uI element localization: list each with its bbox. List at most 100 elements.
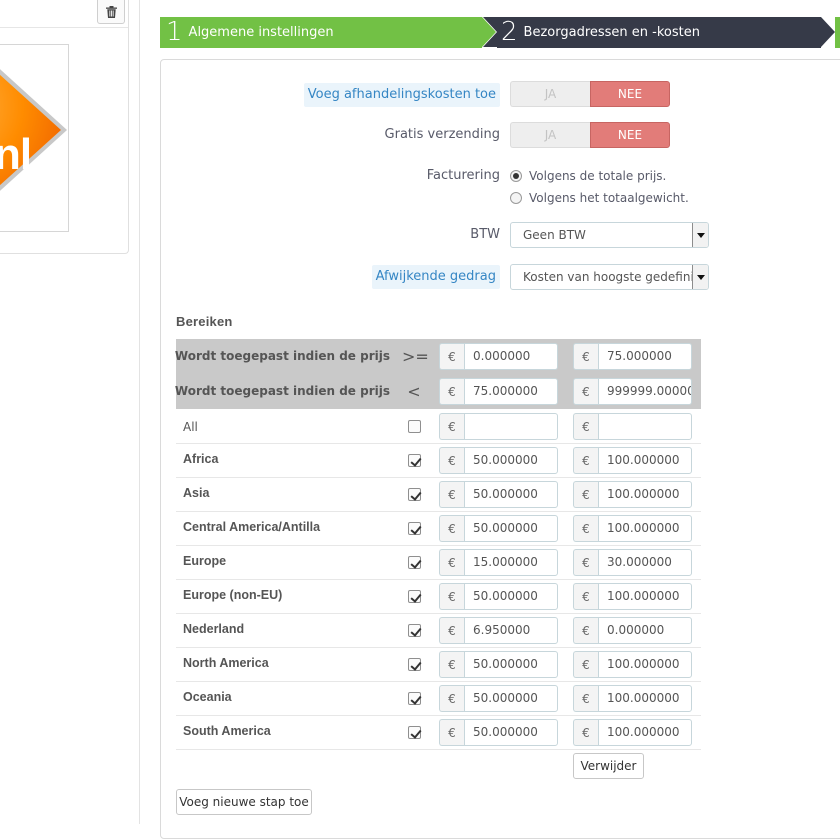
zone-name: Europe (non-EU) xyxy=(183,588,283,602)
tax-label: BTW xyxy=(470,227,500,242)
free-shipping-no-option[interactable]: NEE xyxy=(590,122,670,148)
currency-addon: € xyxy=(439,413,464,440)
range-from-input[interactable]: 0.000000 xyxy=(464,343,558,370)
column-divider xyxy=(139,0,140,824)
currency-addon: € xyxy=(573,515,598,542)
zone-checkbox[interactable] xyxy=(408,522,421,535)
step-label: Algemene instellingen xyxy=(188,25,334,40)
range-row-upper: Wordt toegepast indien de prijs < € 75.0… xyxy=(174,374,701,409)
zone-price-input[interactable]: 100.000000 xyxy=(598,719,692,746)
zone-price-group: €50.000000 xyxy=(439,583,558,610)
tax-row: BTW xyxy=(161,223,500,249)
zone-price-input[interactable]: 50.000000 xyxy=(464,447,558,474)
free-shipping-row: Gratis verzending xyxy=(161,122,500,148)
currency-addon: € xyxy=(439,515,464,542)
zone-checkbox[interactable] xyxy=(408,556,421,569)
wizard-steps: 1 Algemene instellingen 2 Bezorgadressen… xyxy=(160,17,840,48)
step-label: Bezorgadressen en -kosten xyxy=(523,25,700,40)
zone-checkbox[interactable] xyxy=(408,658,421,671)
zone-price-input[interactable]: 50.000000 xyxy=(464,685,558,712)
zone-price-input[interactable]: 100.000000 xyxy=(598,583,692,610)
billing-option-price[interactable]: Volgens de totale prijs. xyxy=(510,169,666,183)
delete-range-button[interactable]: Verwijder xyxy=(573,753,644,779)
range-to-input[interactable]: 999999.000000 xyxy=(598,378,692,405)
range-to-input[interactable]: 75.000000 xyxy=(598,343,692,370)
zone-checkbox[interactable] xyxy=(408,726,421,739)
handling-yes-option[interactable]: JA xyxy=(510,81,590,107)
zone-name: South America xyxy=(183,724,271,738)
zone-checkbox[interactable] xyxy=(408,454,421,467)
chevron-down-icon[interactable] xyxy=(692,223,708,247)
wizard-step-next[interactable] xyxy=(835,17,840,48)
range-condition-label: Wordt toegepast indien de prijs xyxy=(174,384,390,398)
currency-addon: € xyxy=(573,685,598,712)
handling-row: Voeg afhandelingskosten toe xyxy=(161,82,500,108)
add-range-button[interactable]: Voeg nieuwe stap toe xyxy=(176,789,312,815)
currency-addon: € xyxy=(573,447,598,474)
range-from-input[interactable]: 75.000000 xyxy=(464,378,558,405)
handling-no-option[interactable]: NEE xyxy=(590,81,670,107)
zone-name: Nederland xyxy=(183,622,245,636)
zone-row: Nederland €6.950000 €0.000000 xyxy=(176,614,701,648)
chevron-down-icon[interactable] xyxy=(692,265,708,289)
zone-price-group: € xyxy=(439,413,558,440)
zone-price-input[interactable]: 100.000000 xyxy=(598,651,692,678)
free-shipping-yes-option[interactable]: JA xyxy=(510,122,590,148)
zone-row: Central America/Antilla €50.000000 €100.00… xyxy=(176,512,701,546)
free-shipping-toggle[interactable]: JA NEE xyxy=(510,122,670,148)
zone-checkbox[interactable] xyxy=(408,488,421,501)
zone-price-input[interactable]: 30.000000 xyxy=(598,549,692,576)
range-from-input-group: € 75.000000 xyxy=(439,378,558,405)
out-of-range-select[interactable]: Kosten van hoogste gedefinieerde bereik … xyxy=(510,264,709,290)
currency-addon: € xyxy=(573,549,598,576)
zone-checkbox[interactable] xyxy=(408,590,421,603)
tax-select[interactable]: Geen BTW xyxy=(510,222,709,248)
zone-checkbox[interactable] xyxy=(408,624,421,637)
zone-price-input[interactable]: 15.000000 xyxy=(464,549,558,576)
zone-checkbox[interactable] xyxy=(408,692,421,705)
currency-addon: € xyxy=(573,583,598,610)
zone-price-group: €100.000000 xyxy=(573,651,692,678)
zone-price-group: €50.000000 xyxy=(439,515,558,542)
zone-name: Europe xyxy=(183,554,227,568)
currency-addon: € xyxy=(573,617,598,644)
zone-price-input[interactable]: 100.000000 xyxy=(598,481,692,508)
range-operator: < xyxy=(407,382,421,401)
currency-addon: € xyxy=(439,549,464,576)
handling-label: Voeg afhandelingskosten toe xyxy=(303,83,500,107)
billing-radio-price[interactable] xyxy=(510,170,522,182)
billing-radio-weight[interactable] xyxy=(510,192,522,204)
zone-price-input[interactable]: 100.000000 xyxy=(598,685,692,712)
zone-name: Central America/Antilla xyxy=(183,520,321,534)
zone-price-input[interactable]: 50.000000 xyxy=(464,719,558,746)
handling-toggle[interactable]: JA NEE xyxy=(510,81,670,107)
zone-price-input[interactable]: 50.000000 xyxy=(464,515,558,542)
zone-price-group: €100.000000 xyxy=(573,515,692,542)
out-of-range-label: Afwijkende gedrag xyxy=(371,265,500,289)
zone-price-group: €100.000000 xyxy=(573,447,692,474)
logo-text: nl xyxy=(0,130,32,179)
zone-price-input[interactable]: 50.000000 xyxy=(464,481,558,508)
zone-checkbox-all[interactable] xyxy=(408,420,421,433)
carrier-logo: nl xyxy=(0,44,69,232)
currency-addon: € xyxy=(439,651,464,678)
zone-price-input[interactable]: 0.000000 xyxy=(598,617,692,644)
zone-price-input[interactable]: 100.000000 xyxy=(598,447,692,474)
wizard-step-general[interactable]: 1 Algemene instellingen xyxy=(160,17,496,48)
wizard-step-shipping[interactable]: 2 Bezorgadressen en -kosten xyxy=(483,17,835,48)
currency-addon: € xyxy=(573,719,598,746)
range-to-input-group: € 75.000000 xyxy=(573,343,692,370)
zone-price-input[interactable]: 6.950000 xyxy=(464,617,558,644)
zone-price-input[interactable]: 100.000000 xyxy=(598,515,692,542)
zone-price-group: €6.950000 xyxy=(439,617,558,644)
zone-price-input[interactable] xyxy=(464,413,558,440)
zone-price-group: €50.000000 xyxy=(439,685,558,712)
zone-price-input[interactable]: 50.000000 xyxy=(464,651,558,678)
delete-logo-button[interactable] xyxy=(97,0,125,24)
zone-row: South America €50.000000 €100.000000 xyxy=(176,716,701,750)
zone-price-input[interactable] xyxy=(598,413,692,440)
billing-option-weight[interactable]: Volgens het totaalgewicht. xyxy=(510,191,689,205)
zone-name: All xyxy=(183,420,198,434)
zone-price-input[interactable]: 50.000000 xyxy=(464,583,558,610)
billing-option-label: Volgens het totaalgewicht. xyxy=(529,191,689,205)
